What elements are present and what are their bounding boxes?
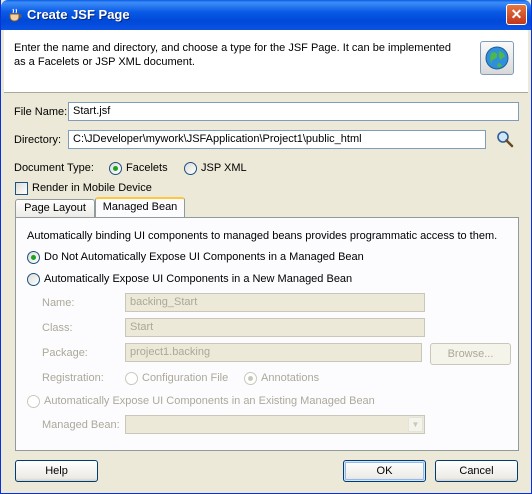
- tab-managed-bean[interactable]: Managed Bean: [95, 197, 185, 217]
- tab-page-layout[interactable]: Page Layout: [15, 199, 95, 217]
- ok-button[interactable]: OK: [343, 460, 426, 482]
- render-mobile-checkbox[interactable]: [15, 182, 28, 195]
- facelets-label[interactable]: Facelets: [126, 162, 168, 174]
- jdeveloper-cup-icon: [9, 8, 22, 22]
- bean-name-label: Name:: [42, 297, 75, 309]
- bean-class-input[interactable]: Start: [125, 318, 425, 337]
- bean-package-label: Package:: [42, 347, 88, 359]
- close-icon: ✕: [510, 6, 523, 22]
- document-type-label: Document Type:: [14, 162, 94, 174]
- chevron-down-icon[interactable]: ▼: [408, 417, 423, 432]
- file-name-label: File Name:: [14, 106, 68, 118]
- globe-icon: [480, 41, 514, 75]
- dialog-header: Enter the name and directory, and choose…: [4, 30, 528, 93]
- annotations-radio[interactable]: [244, 372, 257, 385]
- create-jsf-page-dialog: Create JSF Page ✕ Enter the name and dir…: [0, 0, 532, 494]
- new-bean-label[interactable]: Automatically Expose UI Components in a …: [44, 273, 352, 285]
- title-bar[interactable]: Create JSF Page ✕: [1, 0, 531, 30]
- header-description: Enter the name and directory, and choose…: [14, 42, 451, 68]
- existing-bean-radio[interactable]: [27, 395, 40, 408]
- bean-name-input[interactable]: backing_Start: [125, 293, 425, 312]
- registration-label: Registration:: [42, 372, 104, 384]
- managed-bean-label: Managed Bean:: [42, 419, 120, 431]
- configuration-file-label[interactable]: Configuration File: [142, 372, 228, 384]
- new-bean-radio[interactable]: [27, 273, 40, 286]
- no-expose-radio[interactable]: [27, 251, 40, 264]
- facelets-radio[interactable]: [109, 162, 122, 175]
- directory-label: Directory:: [14, 134, 62, 146]
- file-name-input[interactable]: Start.jsf: [68, 102, 519, 121]
- close-button[interactable]: ✕: [506, 4, 527, 25]
- magnifier-icon[interactable]: [496, 130, 514, 148]
- managed-bean-panel: Automatically binding UI components to m…: [15, 217, 519, 451]
- jsp-xml-label[interactable]: JSP XML: [201, 162, 247, 174]
- annotations-label[interactable]: Annotations: [261, 372, 319, 384]
- browse-button[interactable]: Browse...: [430, 343, 511, 365]
- jsp-xml-radio[interactable]: [184, 162, 197, 175]
- no-expose-label[interactable]: Do Not Automatically Expose UI Component…: [44, 251, 364, 263]
- window-title: Create JSF Page: [27, 7, 130, 22]
- bean-class-label: Class:: [42, 322, 73, 334]
- managed-bean-select[interactable]: ▼: [125, 415, 425, 434]
- binding-intro-text: Automatically binding UI components to m…: [27, 230, 498, 242]
- cancel-button[interactable]: Cancel: [435, 460, 518, 482]
- configuration-file-radio[interactable]: [125, 372, 138, 385]
- directory-input[interactable]: C:\JDeveloper\mywork\JSFApplication\Proj…: [68, 130, 486, 149]
- existing-bean-label[interactable]: Automatically Expose UI Components in an…: [44, 395, 375, 407]
- render-mobile-label[interactable]: Render in Mobile Device: [32, 182, 152, 194]
- help-button[interactable]: Help: [15, 460, 98, 482]
- bean-package-input[interactable]: project1.backing: [125, 343, 422, 362]
